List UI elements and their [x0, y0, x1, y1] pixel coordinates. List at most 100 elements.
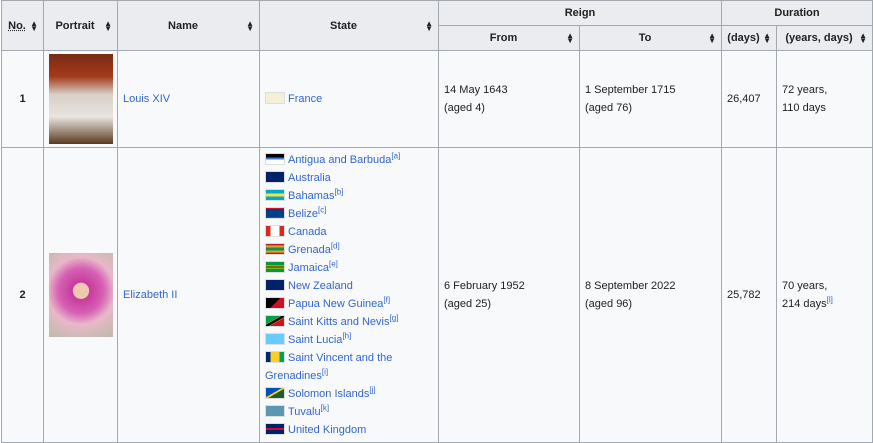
- days-part: 214 days[l]: [782, 295, 833, 310]
- state-item: Saint Kitts and Nevis[g]: [265, 313, 433, 331]
- from-cell: 14 May 1643 (aged 4): [438, 50, 580, 148]
- state-link[interactable]: Canada: [288, 226, 327, 238]
- footnote-link[interactable]: [f]: [383, 295, 390, 304]
- footnote-link[interactable]: [i]: [322, 367, 328, 376]
- footnote-link[interactable]: [e]: [329, 259, 338, 268]
- to-date: 8 September 2022: [585, 280, 676, 292]
- header-to[interactable]: To ▲ ▼: [579, 25, 722, 51]
- state-item: Antigua and Barbuda[a]: [265, 151, 433, 169]
- sort-icon[interactable]: ▲ ▼: [859, 32, 867, 45]
- state-item: Saint Lucia[h]: [265, 331, 433, 349]
- days-part: 110 days: [782, 102, 826, 114]
- monarch-link[interactable]: Louis XIV: [123, 93, 170, 105]
- flag-icon: [265, 261, 285, 273]
- monarch-link[interactable]: Elizabeth II: [123, 289, 177, 301]
- from-age: (aged 4): [444, 102, 485, 114]
- state-link[interactable]: Australia: [288, 172, 331, 184]
- state-item: Papua New Guinea[f]: [265, 295, 433, 313]
- days-cell: 26,407: [721, 50, 777, 148]
- to-cell: 8 September 2022 (aged 96): [579, 147, 722, 443]
- flag-icon: [265, 189, 285, 201]
- state-item: Bahamas[b]: [265, 187, 433, 205]
- footnote-link[interactable]: [l]: [827, 295, 833, 304]
- from-date: 6 February 1952: [444, 280, 525, 292]
- table-row: 2 Elizabeth II Antigua and Barbuda[a] Aus…: [1, 147, 873, 443]
- table-row: 1 Louis XIV France 14 May 1643 (aged 4) 1…: [1, 50, 873, 148]
- state-link[interactable]: Belize: [288, 208, 318, 220]
- state-link[interactable]: Bahamas: [288, 190, 334, 202]
- to-date: 1 September 1715: [585, 84, 676, 96]
- state-link[interactable]: France: [288, 93, 322, 105]
- row-number: 1: [1, 50, 44, 148]
- state-item: Solomon Islands[j]: [265, 385, 433, 403]
- footnote-link[interactable]: [d]: [331, 241, 340, 250]
- state-link[interactable]: Papua New Guinea: [288, 298, 383, 310]
- state-item: New Zealand: [265, 277, 433, 295]
- portrait-cell: [43, 147, 118, 443]
- footnote-link[interactable]: [b]: [334, 187, 343, 196]
- header-years-days[interactable]: (years, days) ▲ ▼: [775, 25, 873, 51]
- header-from[interactable]: From ▲ ▼: [438, 25, 580, 51]
- state-item: Tuvalu[k]: [265, 403, 433, 421]
- sort-icon[interactable]: ▲ ▼: [708, 32, 716, 45]
- sort-icon[interactable]: ▲ ▼: [104, 19, 112, 32]
- row-number: 2: [1, 147, 44, 443]
- years: 70 years,: [782, 280, 828, 292]
- state-link[interactable]: Saint Lucia: [288, 334, 342, 346]
- state-link[interactable]: Grenada: [288, 244, 331, 256]
- header-reign: Reign: [438, 0, 722, 26]
- sort-icon[interactable]: ▲ ▼: [763, 32, 771, 45]
- header-duration: Duration: [720, 0, 873, 26]
- state-item: France: [265, 90, 433, 108]
- sort-icon[interactable]: ▲ ▼: [246, 19, 254, 32]
- to-age: (aged 96): [585, 298, 633, 310]
- header-no[interactable]: No. ▲ ▼: [1, 0, 44, 51]
- state-item: Saint Vincent and the Grenadines[i]: [265, 349, 433, 385]
- state-link[interactable]: Solomon Islands: [288, 388, 369, 400]
- state-link[interactable]: New Zealand: [288, 280, 353, 292]
- flag-icon: [265, 297, 285, 309]
- to-cell: 1 September 1715 (aged 76): [579, 50, 722, 148]
- state-item: United Kingdom: [265, 421, 433, 439]
- footnote-link[interactable]: [k]: [321, 403, 329, 412]
- flag-icon: [265, 171, 285, 183]
- header-name[interactable]: Name ▲ ▼: [117, 0, 260, 51]
- footnote-link[interactable]: [h]: [342, 331, 351, 340]
- sort-icon[interactable]: ▲ ▼: [30, 19, 38, 32]
- footnote-link[interactable]: [a]: [391, 151, 400, 160]
- header-portrait[interactable]: Portrait ▲ ▼: [43, 0, 118, 51]
- header-days[interactable]: (days) ▲ ▼: [721, 25, 777, 51]
- flag-icon: [265, 225, 285, 237]
- years-days-cell: 72 years, 110 days: [775, 50, 873, 148]
- to-age: (aged 76): [585, 102, 633, 114]
- flag-icon: [265, 333, 285, 345]
- state-link[interactable]: Saint Kitts and Nevis: [288, 316, 390, 328]
- years-days-cell: 70 years, 214 days[l]: [775, 147, 873, 443]
- state-item: Belize[c]: [265, 205, 433, 223]
- state-link[interactable]: Antigua and Barbuda: [288, 154, 391, 166]
- from-age: (aged 25): [444, 298, 492, 310]
- footnote-link[interactable]: [j]: [369, 385, 375, 394]
- name-cell: Elizabeth II: [117, 147, 260, 443]
- state-link[interactable]: Jamaica: [288, 262, 329, 274]
- state-item: Grenada[d]: [265, 241, 433, 259]
- from-cell: 6 February 1952 (aged 25): [438, 147, 580, 443]
- portrait-cell: [43, 50, 118, 148]
- footnote-link[interactable]: [c]: [318, 205, 326, 214]
- flag-icon: [265, 351, 285, 363]
- flag-icon: [265, 315, 285, 327]
- sort-icon[interactable]: ▲ ▼: [425, 19, 433, 32]
- from-date: 14 May 1643: [444, 84, 508, 96]
- flag-icon: [265, 207, 285, 219]
- portrait-image[interactable]: [49, 54, 113, 144]
- header-state[interactable]: State ▲ ▼: [259, 0, 439, 51]
- flag-icon: [265, 153, 285, 165]
- state-link[interactable]: Tuvalu: [288, 406, 321, 418]
- flag-icon: [265, 405, 285, 417]
- sort-icon[interactable]: ▲ ▼: [566, 32, 574, 45]
- footnote-link[interactable]: [g]: [390, 313, 399, 322]
- state-item: Australia: [265, 169, 433, 187]
- flag-icon: [265, 423, 285, 435]
- state-link[interactable]: United Kingdom: [288, 424, 366, 436]
- portrait-image[interactable]: [49, 253, 113, 337]
